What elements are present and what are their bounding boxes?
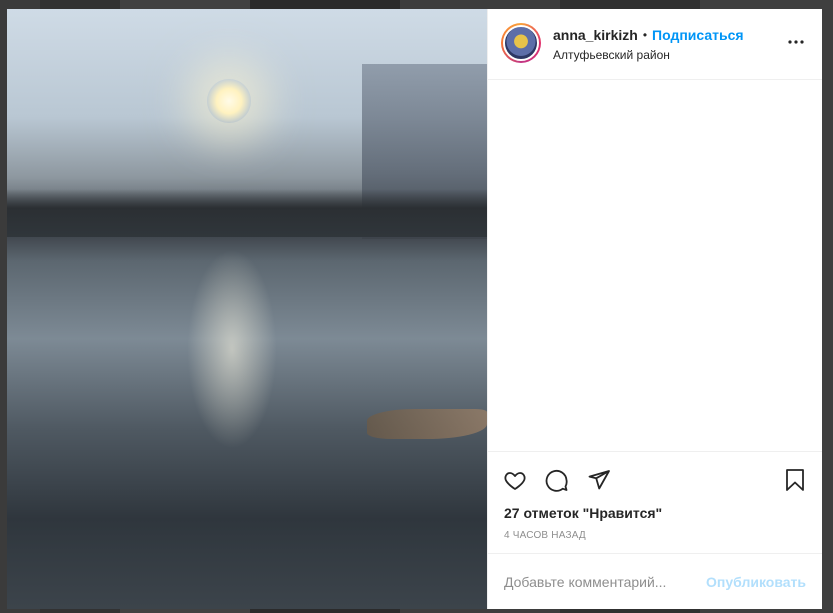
- comment-icon[interactable]: [544, 467, 570, 493]
- separator-dot: •: [642, 28, 648, 42]
- action-bar: [488, 451, 822, 499]
- comment-form: Опубликовать: [488, 553, 822, 609]
- photo-treeline: [7, 189, 487, 237]
- post-header: anna_kirkizh • Подписаться Алтуфьевский …: [488, 9, 822, 80]
- bookmark-icon[interactable]: [782, 467, 808, 493]
- post-side-panel: anna_kirkizh • Подписаться Алтуфьевский …: [487, 9, 822, 609]
- location-link[interactable]: Алтуфьевский район: [553, 48, 744, 62]
- likes-count[interactable]: 27 отметок "Нравится": [488, 499, 822, 521]
- photo-water-glare: [187, 249, 277, 449]
- comment-input[interactable]: [504, 573, 707, 590]
- post-timestamp[interactable]: 4 часов назад: [488, 521, 822, 553]
- avatar-story-ring[interactable]: [501, 23, 541, 63]
- paper-plane-icon[interactable]: [586, 467, 612, 493]
- photo-sun: [207, 79, 251, 123]
- photo-leaf: [367, 409, 487, 439]
- username-link[interactable]: anna_kirkizh: [553, 27, 638, 43]
- heart-icon[interactable]: [502, 467, 528, 493]
- more-options-icon[interactable]: [786, 32, 806, 52]
- avatar[interactable]: [503, 25, 539, 61]
- header-text: anna_kirkizh • Подписаться Алтуфьевский …: [553, 27, 744, 62]
- header-line: anna_kirkizh • Подписаться: [553, 27, 744, 43]
- post-modal: anna_kirkizh • Подписаться Алтуфьевский …: [7, 9, 822, 609]
- publish-button[interactable]: Опубликовать: [706, 574, 806, 590]
- post-photo[interactable]: [7, 9, 487, 609]
- follow-button[interactable]: Подписаться: [652, 27, 744, 43]
- comments-area[interactable]: [488, 80, 822, 451]
